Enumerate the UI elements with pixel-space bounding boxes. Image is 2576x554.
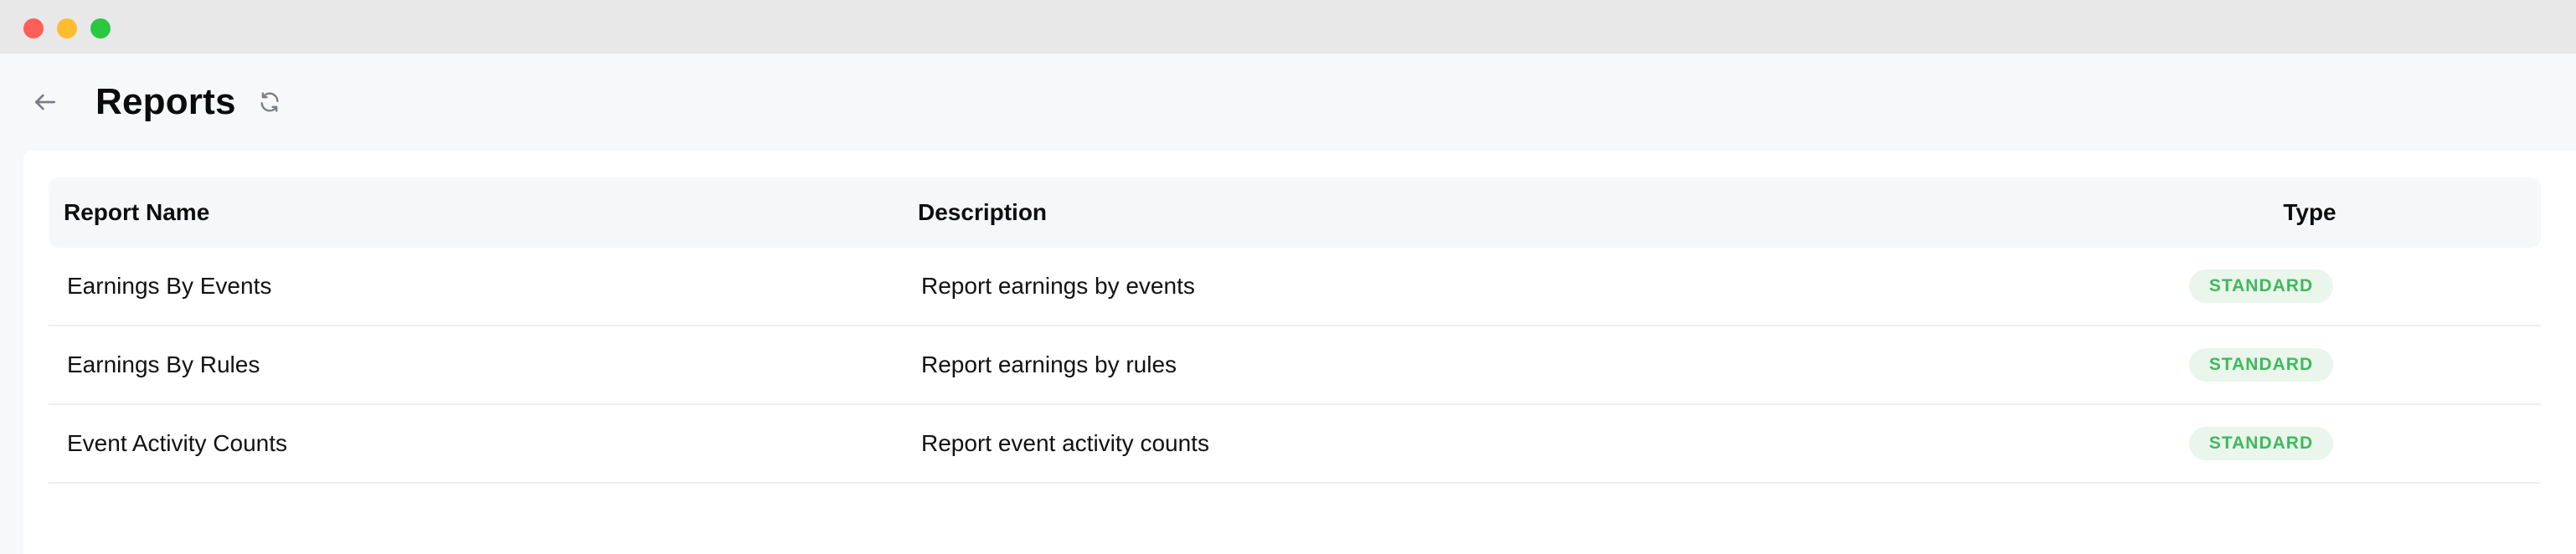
report-type-badge: STANDARD (2189, 269, 2333, 303)
minimize-window-button[interactable] (57, 18, 77, 38)
reports-table: Report Name Description Type Earnings By… (49, 177, 2541, 484)
window-titlebar (0, 0, 2576, 54)
maximize-window-button[interactable] (90, 18, 111, 38)
table-row[interactable]: Event Activity Counts Report event activ… (49, 405, 2541, 484)
report-type-badge: STANDARD (2189, 427, 2333, 460)
close-window-button[interactable] (23, 18, 44, 38)
report-type-badge: STANDARD (2189, 348, 2333, 382)
report-name-cell[interactable]: Earnings By Rules (67, 326, 260, 403)
page-header: Reports (0, 54, 2576, 151)
report-description-cell: Report event activity counts (921, 430, 1209, 456)
refresh-button[interactable] (253, 85, 286, 119)
column-header-report-name[interactable]: Report Name (64, 177, 209, 248)
report-name-cell[interactable]: Event Activity Counts (67, 405, 287, 482)
table-row[interactable]: Earnings By Events Report earnings by ev… (49, 248, 2541, 326)
reports-card: Report Name Description Type Earnings By… (23, 151, 2576, 554)
report-name-cell[interactable]: Earnings By Events (67, 248, 271, 325)
report-description-cell: Report earnings by events (921, 273, 1195, 299)
page-title: Reports (95, 81, 236, 122)
column-header-description[interactable]: Description (918, 177, 1047, 248)
table-header: Report Name Description Type (49, 177, 2541, 248)
arrow-left-icon (35, 94, 55, 110)
back-button[interactable] (27, 84, 64, 121)
refresh-icon (260, 92, 279, 112)
table-row[interactable]: Earnings By Rules Report earnings by rul… (49, 326, 2541, 405)
report-description-cell: Report earnings by rules (921, 351, 1177, 377)
column-header-type[interactable]: Type (2256, 177, 2363, 248)
